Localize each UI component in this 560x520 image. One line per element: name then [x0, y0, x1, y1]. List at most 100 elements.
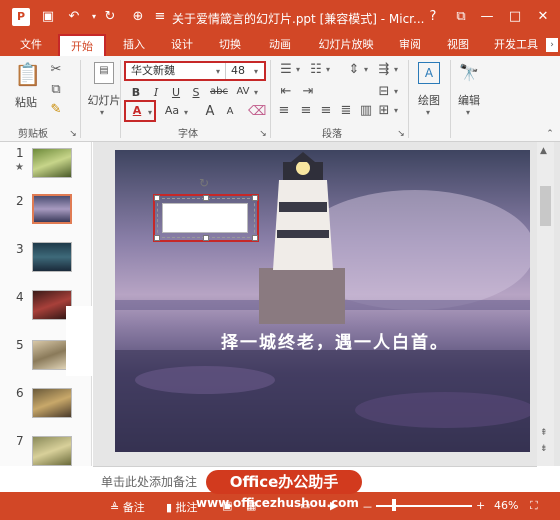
prev-slide-icon[interactable]: ⇞: [540, 428, 548, 438]
rotate-handle-icon[interactable]: ↻: [199, 176, 209, 190]
drawing-dropdown-icon[interactable]: ▾: [426, 108, 430, 117]
new-slide-icon[interactable]: ▤: [94, 62, 114, 84]
font-launcher-icon[interactable]: ↘: [258, 126, 268, 142]
resize-handle[interactable]: [154, 195, 160, 201]
slide-thumbnail[interactable]: [32, 148, 72, 178]
underline-button[interactable]: U: [170, 86, 182, 99]
text-placeholder-fill[interactable]: [162, 203, 248, 233]
bullets-icon[interactable]: ☰: [278, 62, 294, 78]
smartart-dropdown-icon[interactable]: ▾: [394, 106, 398, 115]
undo-icon[interactable]: ↶: [64, 8, 84, 26]
font-size-dropdown-icon[interactable]: ▾: [254, 67, 258, 76]
help-button[interactable]: ?: [422, 8, 444, 26]
find-icon[interactable]: 🔭: [458, 62, 480, 84]
zoom-slider-track[interactable]: [376, 505, 472, 507]
tab-file[interactable]: 文件: [8, 34, 54, 56]
notes-placeholder[interactable]: 单击此处添加备注: [101, 473, 197, 490]
tab-scroll-right-icon[interactable]: ›: [546, 38, 558, 52]
comments-toggle-button[interactable]: ▮ 批注: [166, 499, 198, 515]
slides-dropdown-icon[interactable]: ▾: [100, 108, 104, 117]
bullets-dropdown-icon[interactable]: ▾: [296, 65, 300, 74]
tab-slideshow[interactable]: 幻灯片放映: [310, 34, 382, 56]
slides-button[interactable]: 幻灯片: [86, 92, 122, 108]
close-button[interactable]: ✕: [532, 8, 554, 26]
paste-icon[interactable]: 📋: [14, 62, 41, 90]
current-slide[interactable]: ↻ 择一城终老，遇一人白首。: [115, 150, 530, 452]
italic-button[interactable]: I: [150, 86, 162, 99]
resize-handle[interactable]: [203, 195, 209, 201]
line-spacing-icon[interactable]: ⇕: [346, 62, 362, 78]
next-slide-icon[interactable]: ⇟: [540, 444, 548, 454]
grow-font-button[interactable]: A: [204, 104, 216, 119]
tab-developer[interactable]: 开发工具: [488, 34, 544, 56]
font-name-input[interactable]: 华文新魏: [128, 63, 226, 79]
align-center-icon[interactable]: ≡: [298, 103, 314, 119]
zoom-slider-knob[interactable]: [392, 499, 396, 511]
slide-caption-text[interactable]: 择一城终老，遇一人白首。: [221, 328, 449, 353]
slide-thumbnail-selected[interactable]: [32, 194, 72, 224]
tab-review[interactable]: 审阅: [392, 34, 428, 56]
zoom-out-button[interactable]: －: [362, 499, 373, 515]
scroll-thumb[interactable]: [540, 186, 551, 226]
fit-slide-icon[interactable]: ⛶: [530, 499, 538, 513]
char-spacing-button[interactable]: AV: [234, 86, 252, 97]
zoom-in-button[interactable]: +: [476, 499, 485, 512]
tab-design[interactable]: 设计: [164, 34, 200, 56]
vertical-scrollbar[interactable]: ▲ ⇞ ⇟: [537, 142, 554, 466]
text-placeholder[interactable]: [157, 198, 255, 238]
cut-icon[interactable]: ✂: [48, 62, 64, 78]
align-text-icon[interactable]: ⊟: [376, 84, 392, 100]
resize-handle[interactable]: [154, 235, 160, 241]
customize-qa-icon[interactable]: ≡: [150, 8, 170, 26]
char-spacing-dropdown-icon[interactable]: ▾: [254, 88, 258, 97]
tab-home[interactable]: 开始: [58, 34, 106, 56]
shapes-icon[interactable]: A: [418, 62, 440, 84]
change-case-dropdown-icon[interactable]: ▾: [184, 108, 188, 117]
smartart-icon[interactable]: ⊞: [376, 103, 392, 119]
change-case-button[interactable]: Aa: [162, 104, 182, 117]
font-name-dropdown-icon[interactable]: ▾: [216, 67, 220, 76]
font-size-input[interactable]: 48: [228, 63, 264, 79]
format-painter-icon[interactable]: ✎: [48, 102, 64, 118]
redo-icon[interactable]: ↻: [100, 8, 120, 26]
tab-transitions[interactable]: 切换: [212, 34, 248, 56]
bold-button[interactable]: B: [130, 86, 142, 99]
touch-mode-icon[interactable]: ⊕: [128, 8, 148, 26]
decrease-indent-icon[interactable]: ⇤: [278, 84, 294, 100]
resize-handle[interactable]: [252, 195, 258, 201]
clear-formatting-icon[interactable]: ⌫: [248, 104, 266, 120]
resize-handle[interactable]: [252, 235, 258, 241]
align-right-icon[interactable]: ≡: [318, 103, 334, 119]
columns-icon[interactable]: ▥: [358, 103, 374, 119]
tab-view[interactable]: 视图: [440, 34, 476, 56]
maximize-button[interactable]: □: [504, 8, 526, 26]
strikethrough-button[interactable]: abc: [208, 86, 230, 97]
save-icon[interactable]: ▣: [38, 8, 58, 26]
increase-indent-icon[interactable]: ⇥: [300, 84, 316, 100]
slide-thumbnail[interactable]: [32, 436, 72, 466]
tab-insert[interactable]: 插入: [116, 34, 152, 56]
clipboard-launcher-icon[interactable]: ↘: [68, 126, 78, 142]
shadow-button[interactable]: S: [190, 86, 202, 99]
paragraph-launcher-icon[interactable]: ↘: [396, 126, 406, 142]
align-text-dropdown-icon[interactable]: ▾: [394, 87, 398, 96]
shrink-font-button[interactable]: A: [224, 106, 236, 117]
drawing-button[interactable]: 绘图: [414, 92, 444, 108]
justify-icon[interactable]: ≣: [338, 103, 354, 119]
paste-button[interactable]: 粘贴: [12, 94, 40, 110]
copy-icon[interactable]: ⧉: [48, 82, 64, 98]
collapse-ribbon-icon[interactable]: ⌃: [544, 126, 556, 142]
minimize-button[interactable]: —: [476, 8, 498, 26]
ribbon-display-button[interactable]: ⧉: [450, 8, 472, 26]
numbering-icon[interactable]: ☷: [308, 62, 324, 78]
text-direction-icon[interactable]: ⇶: [376, 62, 392, 78]
slide-thumbnail[interactable]: [32, 242, 72, 272]
numbering-dropdown-icon[interactable]: ▾: [326, 65, 330, 74]
slide-thumbnail[interactable]: [32, 388, 72, 418]
scroll-up-icon[interactable]: ▲: [540, 146, 547, 156]
align-left-icon[interactable]: ≡: [276, 103, 292, 119]
text-direction-dropdown-icon[interactable]: ▾: [394, 65, 398, 74]
notes-toggle-button[interactable]: ≜ 备注: [110, 499, 145, 515]
resize-handle[interactable]: [203, 235, 209, 241]
zoom-level[interactable]: 46%: [494, 499, 518, 512]
